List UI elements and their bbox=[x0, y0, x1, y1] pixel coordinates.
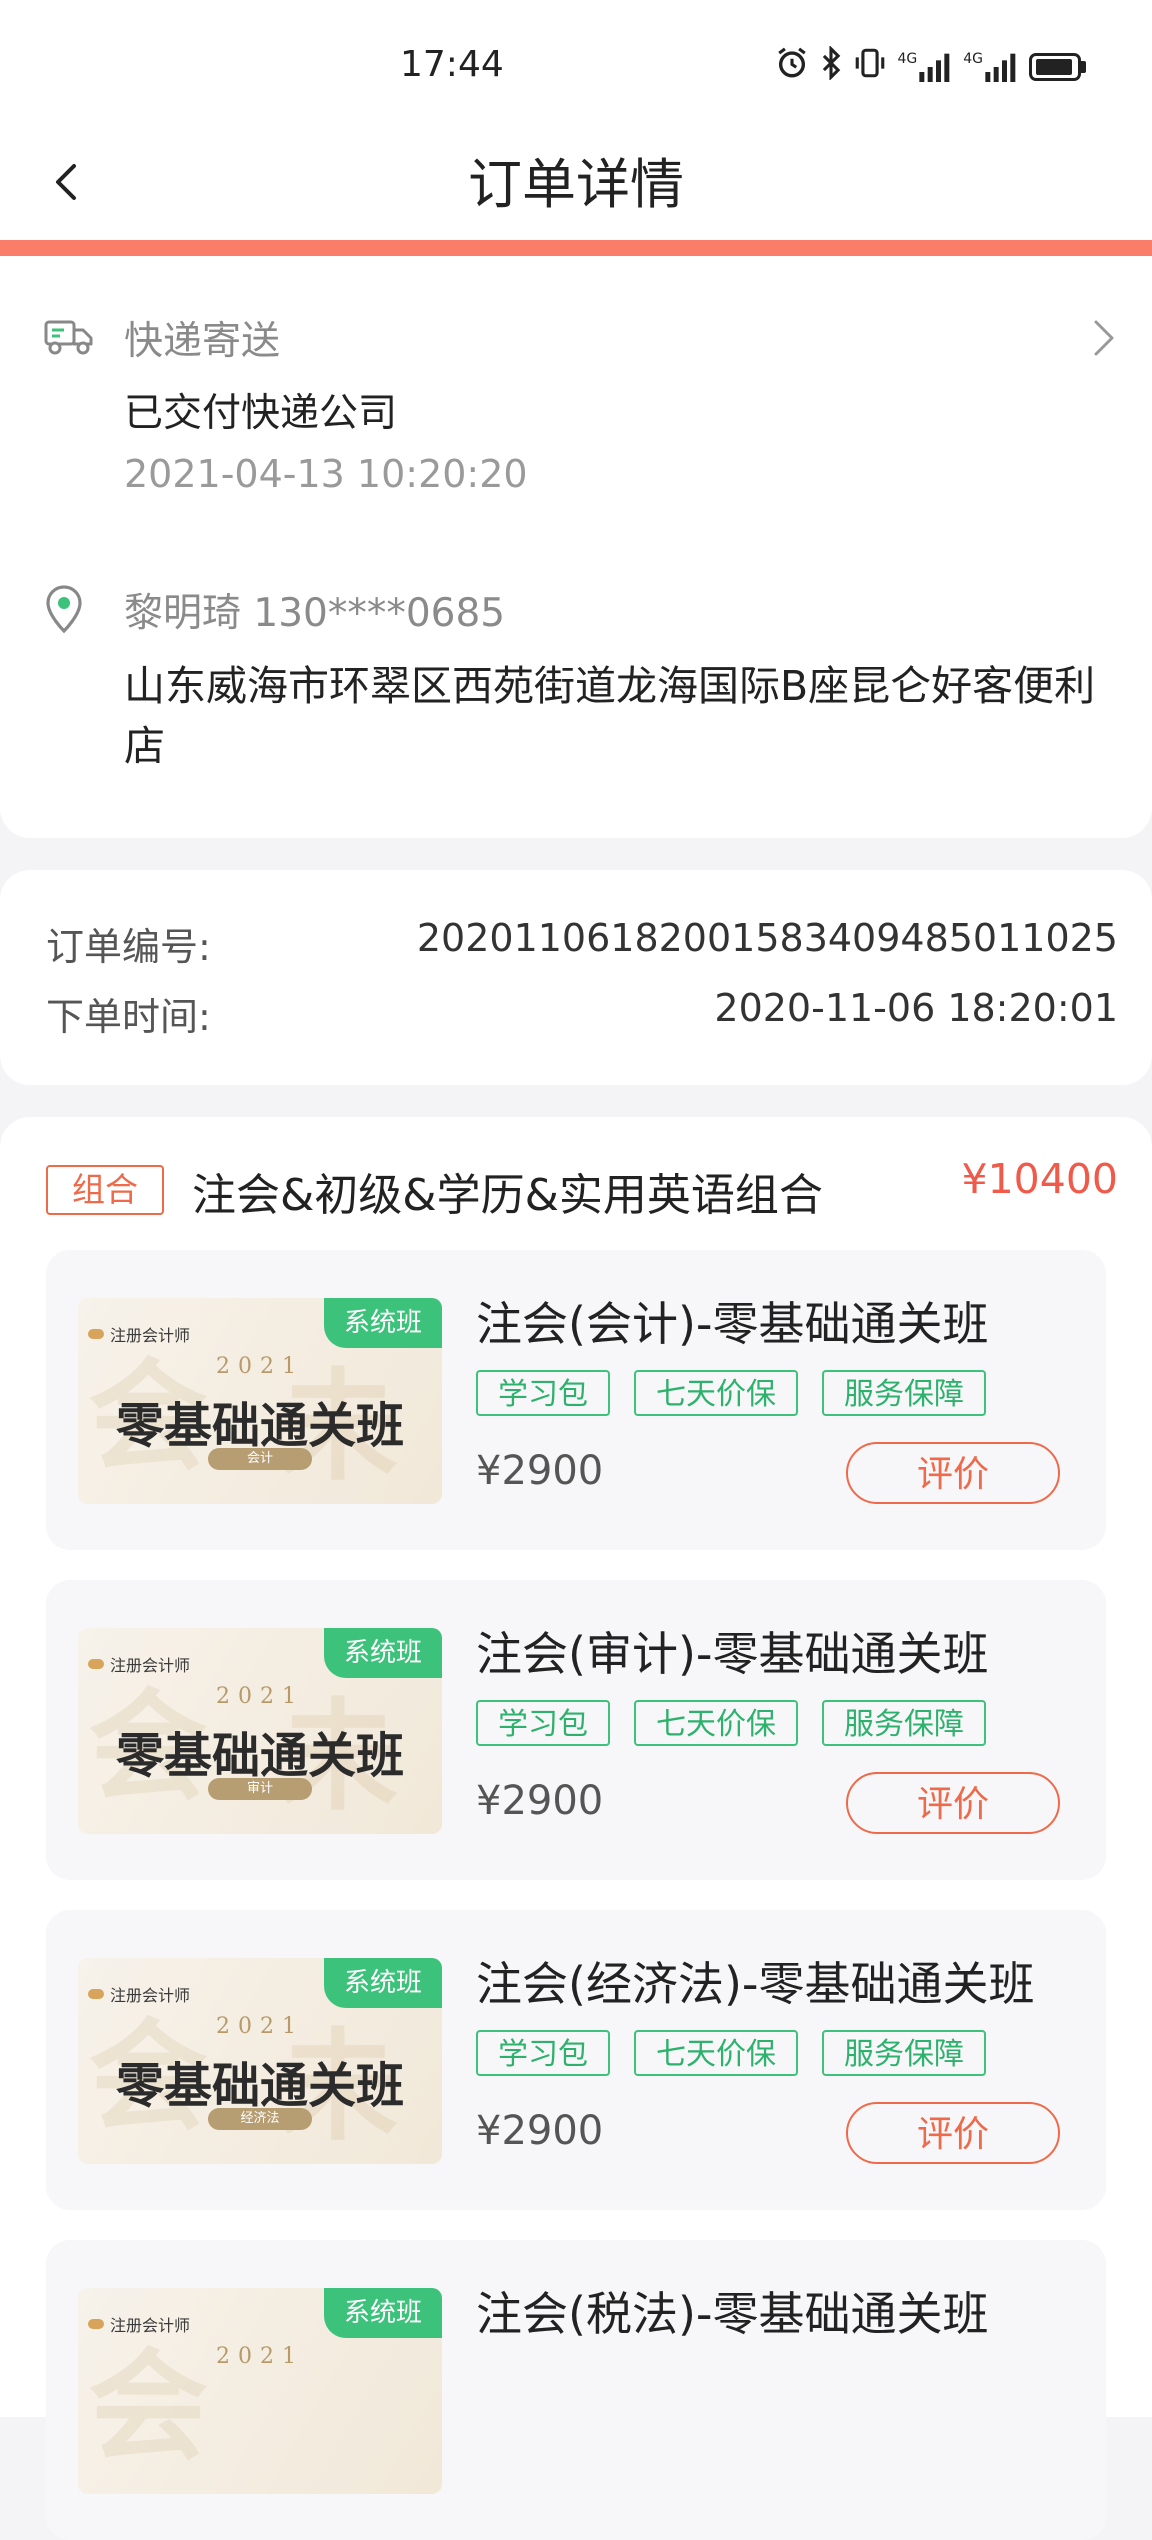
order-number-label: 订单编号: bbox=[46, 925, 211, 969]
course-chip: 学习包 bbox=[476, 1700, 610, 1746]
battery-nub bbox=[1081, 61, 1086, 73]
truck-icon bbox=[44, 320, 93, 355]
delivery-time: 2021-04-13 10:20:20 bbox=[124, 452, 528, 496]
delivery-title: 快递寄送 bbox=[124, 319, 281, 364]
thumbnail-headline: 零基础通关班 bbox=[115, 1398, 404, 1454]
thumbnail-subject: 会计 bbox=[208, 1448, 312, 1470]
thumbnail-year: 2021 bbox=[216, 2014, 304, 2039]
course-type-badge: 系统班 bbox=[324, 1958, 442, 2008]
course-item[interactable]: 会 未 注册会计师 2021 零基础通关班 审计 系统班 注会(审计)-零基础通… bbox=[46, 1580, 1106, 1880]
recipient-info: 黎明琦 130****0685 bbox=[124, 591, 506, 636]
bluetooth-icon bbox=[819, 45, 843, 88]
course-type-badge: 系统班 bbox=[324, 1298, 442, 1348]
rate-button[interactable]: 评价 bbox=[846, 2102, 1060, 2164]
status-time: 17:44 bbox=[400, 44, 504, 85]
order-info-card: 订单编号: 20201106182001583409485011025 下单时间… bbox=[0, 870, 1152, 1085]
course-thumbnail: 会 未 注册会计师 2021 零基础通关班 审计 系统班 bbox=[78, 1628, 442, 1834]
course-title: 注会(税法)-零基础通关班 bbox=[476, 2287, 989, 2341]
course-item[interactable]: 会 未 注册会计师 2021 零基础通关班 经济法 系统班 注会(经济法)-零基… bbox=[46, 1910, 1106, 2210]
course-chip: 服务保障 bbox=[822, 1700, 986, 1746]
thumbnail-subject: 审计 bbox=[208, 1778, 312, 1800]
vibrate-icon bbox=[853, 46, 887, 88]
course-chip: 七天价保 bbox=[634, 1370, 798, 1416]
nav-bar: 订单详情 bbox=[0, 130, 1152, 240]
page-title: 订单详情 bbox=[468, 153, 684, 216]
location-pin-icon bbox=[46, 585, 82, 634]
order-time-row: 下单时间: 2020-11-06 18:20:01 bbox=[46, 986, 1118, 1041]
alarm-icon bbox=[775, 46, 809, 88]
thumbnail-year: 2021 bbox=[216, 2344, 304, 2369]
course-chip: 学习包 bbox=[476, 2030, 610, 2076]
delivery-address: 山东威海市环翠区西苑街道龙海国际B座昆仑好客便利店 bbox=[124, 662, 1096, 770]
thumbnail-brand: 注册会计师 bbox=[88, 1982, 190, 2006]
course-title: 注会(会计)-零基础通关班 bbox=[476, 1297, 989, 1351]
thumbnail-brand: 注册会计师 bbox=[88, 1322, 190, 1346]
network-label: 4G bbox=[963, 51, 983, 67]
thumbnail-headline: 零基础通关班 bbox=[115, 1728, 404, 1784]
course-title: 注会(审计)-零基础通关班 bbox=[476, 1627, 989, 1681]
order-time-label: 下单时间: bbox=[46, 995, 211, 1039]
delivery-status: 已交付快递公司 bbox=[124, 391, 398, 436]
signal-4g-icon: 4G bbox=[897, 52, 953, 82]
status-bar: 17:44 4G 4G bbox=[0, 0, 1152, 130]
bundle-tag: 组合 bbox=[46, 1165, 164, 1215]
thumbnail-brand: 注册会计师 bbox=[88, 2312, 190, 2336]
delivery-card[interactable]: 快递寄送 已交付快递公司 2021-04-13 10:20:20 黎明琦 130… bbox=[0, 256, 1152, 838]
accent-strip bbox=[0, 240, 1152, 256]
course-type-badge: 系统班 bbox=[324, 2288, 442, 2338]
rate-button[interactable]: 评价 bbox=[846, 1772, 1060, 1834]
course-price: ¥2900 bbox=[476, 2108, 604, 2154]
course-type-badge: 系统班 bbox=[324, 1628, 442, 1678]
bundle-price: ¥10400 bbox=[961, 1155, 1118, 1203]
order-time-value: 2020-11-06 18:20:01 bbox=[714, 986, 1118, 1030]
course-chip: 七天价保 bbox=[634, 2030, 798, 2076]
order-number-row: 订单编号: 20201106182001583409485011025 bbox=[46, 916, 1118, 971]
battery-icon bbox=[1029, 53, 1086, 81]
status-icons: 4G 4G bbox=[775, 45, 1086, 88]
bundle-card: 组合 注会&初级&学历&实用英语组合 ¥10400 会 未 注册会计师 2021… bbox=[0, 1117, 1152, 2540]
thumbnail-brand: 注册会计师 bbox=[88, 1652, 190, 1676]
course-chip: 学习包 bbox=[476, 1370, 610, 1416]
course-title: 注会(经济法)-零基础通关班 bbox=[476, 1957, 1035, 2011]
signal-4g-icon: 4G bbox=[963, 52, 1019, 82]
course-thumbnail: 会 注册会计师 2021 系统班 bbox=[78, 2288, 442, 2494]
network-label: 4G bbox=[897, 51, 918, 67]
course-thumbnail: 会 未 注册会计师 2021 零基础通关班 会计 系统班 bbox=[78, 1298, 442, 1504]
order-number-value: 20201106182001583409485011025 bbox=[416, 916, 1118, 960]
course-chip: 服务保障 bbox=[822, 1370, 986, 1416]
course-chips: 学习包 七天价保 服务保障 bbox=[476, 1370, 986, 1416]
course-item[interactable]: 会 注册会计师 2021 系统班 注会(税法)-零基础通关班 bbox=[46, 2240, 1106, 2540]
thumbnail-headline: 零基础通关班 bbox=[115, 2058, 404, 2114]
course-chip: 七天价保 bbox=[634, 1700, 798, 1746]
thumbnail-subject: 经济法 bbox=[208, 2108, 312, 2130]
course-item[interactable]: 会 未 注册会计师 2021 零基础通关班 会计 系统班 注会(会计)-零基础通… bbox=[46, 1250, 1106, 1550]
course-chip: 服务保障 bbox=[822, 2030, 986, 2076]
course-chips: 学习包 七天价保 服务保障 bbox=[476, 1700, 986, 1746]
thumbnail-year: 2021 bbox=[216, 1684, 304, 1709]
rate-button[interactable]: 评价 bbox=[846, 1442, 1060, 1504]
course-chips: 学习包 七天价保 服务保障 bbox=[476, 2030, 986, 2076]
chevron-right-icon[interactable] bbox=[1088, 316, 1118, 360]
course-price: ¥2900 bbox=[476, 1448, 604, 1494]
battery-body bbox=[1029, 53, 1081, 81]
thumbnail-year: 2021 bbox=[216, 1354, 304, 1379]
course-price: ¥2900 bbox=[476, 1778, 604, 1824]
course-thumbnail: 会 未 注册会计师 2021 零基础通关班 经济法 系统班 bbox=[78, 1958, 442, 2164]
bundle-title: 注会&初级&学历&实用英语组合 bbox=[192, 1170, 823, 1221]
